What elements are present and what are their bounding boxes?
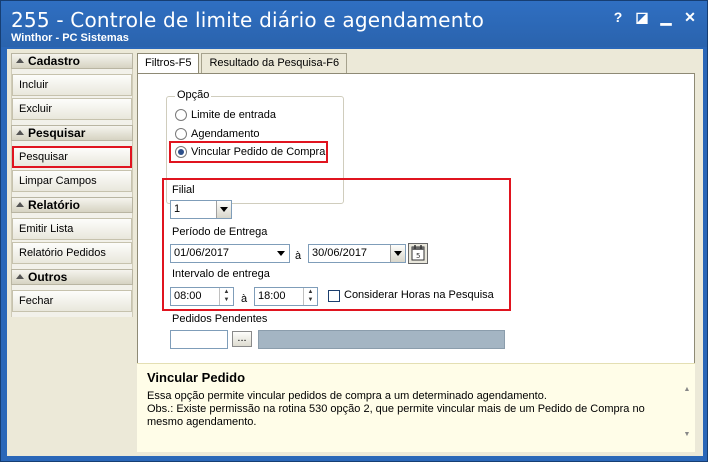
limpar-campos-button[interactable]: Limpar Campos (12, 170, 132, 192)
tab-filtros[interactable]: Filtros-F5 (137, 53, 200, 75)
hora-fim-value: 18:00 (258, 290, 286, 302)
hora-separator: à (241, 293, 248, 305)
collapse-arrow-icon (16, 274, 24, 279)
excluir-button[interactable]: Excluir (12, 98, 132, 120)
filial-value: 1 (174, 203, 181, 215)
emitir-lista-button[interactable]: Emitir Lista (12, 218, 132, 240)
considerar-horas-checkbox[interactable] (328, 290, 340, 302)
pesquisar-button[interactable]: Pesquisar (12, 146, 132, 168)
window-title: 255 - Controle de limite diário e agenda… (11, 8, 485, 32)
info-scrollbar[interactable]: ▲ ▼ (680, 386, 694, 448)
chevron-down-icon[interactable] (274, 245, 289, 262)
highlight-box (169, 141, 328, 163)
time-spinner[interactable]: ▲ ▼ (219, 288, 233, 305)
chevron-down-icon[interactable] (390, 245, 405, 262)
spin-down-icon[interactable]: ▼ (304, 296, 317, 304)
hora-fim-field[interactable]: 18:00 ▲ ▼ (254, 287, 318, 306)
filial-label: Filial (172, 184, 195, 196)
info-title: Vincular Pedido (147, 370, 246, 385)
info-panel: Vincular Pedido Essa opção permite vincu… (137, 363, 695, 452)
radio-limite-entrada[interactable]: Limite de entrada (175, 107, 276, 123)
tab-strip: Filtros-F5 Resultado da Pesquisa-F6 (137, 53, 349, 75)
collapse-arrow-icon (16, 58, 24, 63)
pedidos-pendentes-label: Pedidos Pendentes (172, 313, 268, 325)
group-title: Relatório (28, 198, 81, 212)
periodo-inicio-value: 01/06/2017 (174, 247, 230, 259)
fechar-button[interactable]: Fechar (12, 290, 132, 312)
time-spinner[interactable]: ▲ ▼ (303, 288, 317, 305)
group-outros-items: Fechar (11, 285, 133, 317)
minimize-icon[interactable]: ▁ (655, 7, 677, 27)
restore-icon[interactable]: ◪ (631, 7, 653, 27)
periodo-fim-value: 30/06/2017 (312, 247, 368, 259)
group-relatorio[interactable]: Relatório (11, 197, 133, 213)
incluir-button[interactable]: Incluir (12, 74, 132, 96)
radio-button[interactable] (175, 109, 187, 121)
collapse-arrow-icon (16, 130, 24, 135)
periodo-separator: à (295, 250, 302, 262)
tab-resultado[interactable]: Resultado da Pesquisa-F6 (201, 53, 348, 73)
group-title: Cadastro (28, 54, 81, 68)
pedidos-pendentes-input[interactable] (170, 330, 228, 349)
chevron-down-icon[interactable] (216, 201, 231, 218)
group-title: Pesquisar (28, 126, 86, 140)
radio-button[interactable] (175, 128, 187, 140)
window-controls: ? ◪ ▁ ✕ (607, 7, 701, 27)
relatorio-pedidos-button[interactable]: Relatório Pedidos (12, 242, 132, 264)
group-pesquisar[interactable]: Pesquisar (11, 125, 133, 141)
spin-up-icon[interactable]: ▲ (304, 288, 317, 296)
app-window: 255 - Controle de limite diário e agenda… (0, 0, 708, 462)
pedidos-pendentes-display (258, 330, 505, 349)
scroll-up-icon[interactable]: ▲ (680, 386, 694, 393)
info-line-1: Essa opção permite vincular pedidos de c… (147, 390, 547, 402)
intervalo-label: Intervalo de entrega (172, 268, 270, 280)
spin-up-icon[interactable]: ▲ (220, 288, 233, 296)
radio-label: Agendamento (191, 128, 260, 140)
spin-down-icon[interactable]: ▼ (220, 296, 233, 304)
group-outros[interactable]: Outros (11, 269, 133, 285)
ellipsis-button[interactable]: ... (232, 331, 252, 347)
collapse-arrow-icon (16, 202, 24, 207)
calendar-icon[interactable]: 5 (408, 243, 428, 264)
periodo-inicio-field[interactable]: 01/06/2017 (170, 244, 290, 263)
hora-inicio-field[interactable]: 08:00 ▲ ▼ (170, 287, 234, 306)
svg-text:5: 5 (416, 252, 420, 260)
scroll-down-icon[interactable]: ▼ (680, 431, 694, 438)
close-icon[interactable]: ✕ (679, 7, 701, 27)
window-subtitle: Winthor - PC Sistemas (11, 32, 129, 44)
periodo-label: Período de Entrega (172, 226, 268, 238)
group-cadastro-items: Incluir Excluir (11, 69, 133, 125)
group-pesquisar-items: Pesquisar Limpar Campos (11, 141, 133, 197)
group-cadastro[interactable]: Cadastro (11, 53, 133, 69)
filial-select[interactable]: 1 (170, 200, 232, 219)
considerar-horas-label: Considerar Horas na Pesquisa (344, 289, 494, 301)
title-bar: 255 - Controle de limite diário e agenda… (1, 1, 707, 47)
radio-agendamento[interactable]: Agendamento (175, 126, 260, 142)
client-area: Cadastro Incluir Excluir Pesquisar Pesqu… (7, 49, 703, 456)
radio-label: Limite de entrada (191, 109, 276, 121)
group-title: Outros (28, 270, 68, 284)
opcao-title: Opção (175, 89, 212, 101)
help-icon[interactable]: ? (607, 7, 629, 27)
hora-inicio-value: 08:00 (174, 290, 202, 302)
info-line-2: Obs.: Existe permissão na rotina 530 opç… (147, 403, 645, 428)
sidebar: Cadastro Incluir Excluir Pesquisar Pesqu… (11, 53, 133, 453)
group-relatorio-items: Emitir Lista Relatório Pedidos (11, 213, 133, 269)
periodo-fim-field[interactable]: 30/06/2017 (308, 244, 406, 263)
info-text: Essa opção permite vincular pedidos de c… (147, 390, 667, 429)
